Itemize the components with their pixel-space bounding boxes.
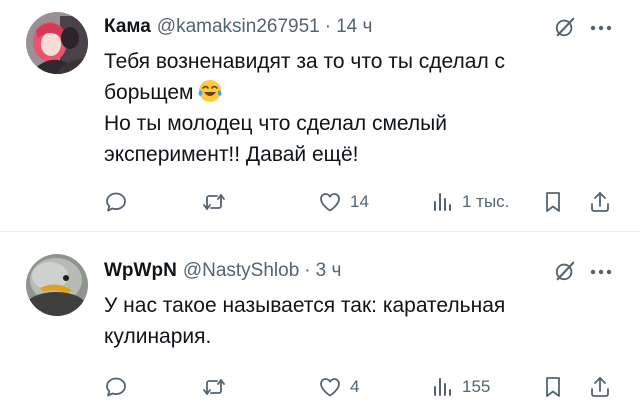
bookmark-button[interactable]: [541, 187, 565, 217]
bookmark-button[interactable]: [541, 372, 565, 402]
author-name[interactable]: WpWpN: [104, 260, 177, 282]
bookmark-icon: [546, 192, 560, 212]
views-count: 1 тыс.: [462, 192, 510, 211]
tweet-text: У нас такое называется так: карательная …: [104, 290, 624, 352]
retweet-icon: [203, 194, 225, 210]
views-button[interactable]: 155: [430, 372, 490, 402]
retweet-icon: [203, 379, 225, 395]
tweet-actions: 14 1 тыс.: [0, 187, 640, 217]
like-count: 4: [350, 377, 360, 396]
share-icon: [591, 377, 609, 397]
share-button[interactable]: [588, 372, 612, 402]
avatar[interactable]: [26, 12, 88, 74]
tweet-text-line: Но ты молодец что сделал смелый: [104, 112, 447, 135]
tweet-text-line: Тебя возненавидят за то что ты сделал с: [104, 50, 506, 73]
views-chart-icon: [434, 378, 451, 396]
tweet-text-line: кулинария.: [104, 325, 212, 348]
grok-icon[interactable]: [554, 16, 576, 38]
more-options-icon[interactable]: [590, 268, 612, 276]
separator-dot: ·: [304, 260, 311, 281]
views-chart-icon: [434, 193, 451, 211]
heart-icon: [320, 193, 340, 212]
tweet[interactable]: WpWpN @NastyShlob · 3 ч У нас такое назы…: [0, 232, 640, 414]
author-handle[interactable]: @kamaksin267951: [157, 16, 320, 38]
like-button[interactable]: 14: [318, 187, 369, 217]
views-count: 155: [462, 377, 491, 396]
like-count: 14: [350, 192, 369, 211]
author-name[interactable]: Кама: [104, 16, 151, 38]
like-button[interactable]: 4: [318, 372, 359, 402]
bookmark-icon: [546, 377, 560, 397]
heart-icon: [320, 378, 340, 397]
share-icon: [591, 192, 609, 212]
retweet-button[interactable]: [202, 187, 226, 217]
tweet-text-fragment: борьщем: [104, 81, 194, 104]
tweet-text-line: борьщем: [104, 77, 624, 108]
grok-icon[interactable]: [554, 260, 576, 282]
reply-icon: [106, 377, 126, 397]
tweet-text-line: эксперимент!! Давай ещё!: [104, 143, 359, 166]
reply-button[interactable]: [104, 372, 128, 402]
tweet-text: Тебя возненавидят за то что ты сделал с …: [104, 46, 624, 170]
tweet-text-line: У нас такое называется так: карательная: [104, 294, 506, 317]
tweet[interactable]: Кама @kamaksin267951 · 14 ч Тебя вознена…: [0, 0, 640, 231]
separator-dot: ·: [324, 16, 332, 37]
share-button[interactable]: [588, 187, 612, 217]
avatar[interactable]: [26, 254, 88, 316]
timestamp[interactable]: 3 ч: [316, 260, 342, 282]
reply-icon: [106, 192, 126, 212]
retweet-button[interactable]: [202, 372, 226, 402]
timestamp[interactable]: 14 ч: [336, 16, 372, 38]
tweet-actions: 4 155: [0, 372, 640, 402]
reply-button[interactable]: [104, 187, 128, 217]
author-handle[interactable]: @NastyShlob: [183, 260, 299, 282]
more-options-icon[interactable]: [590, 24, 612, 32]
face-with-tears-of-joy-emoji-icon: [198, 80, 221, 102]
views-button[interactable]: 1 тыс.: [430, 187, 509, 217]
